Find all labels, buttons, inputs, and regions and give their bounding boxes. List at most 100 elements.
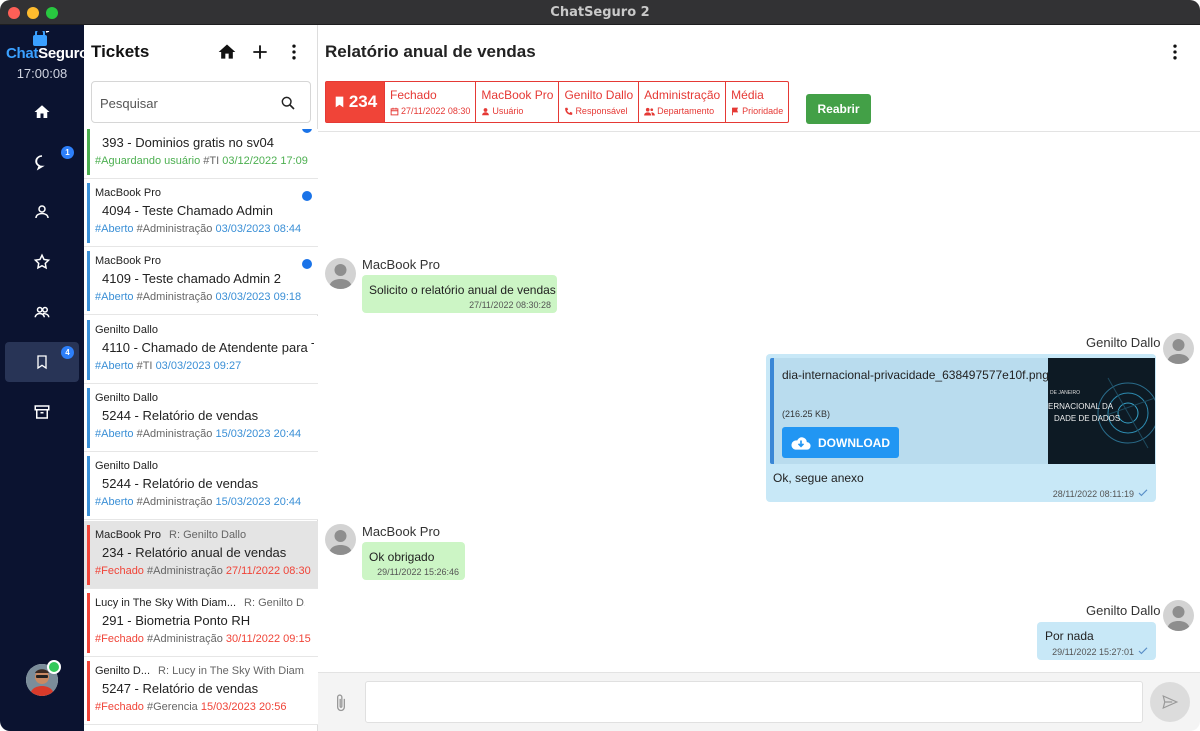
ticket-subject: 393 - Dominios gratis no sv04	[102, 135, 274, 150]
message-composer	[318, 672, 1200, 731]
ticket-department: #Gerencia	[147, 701, 198, 713]
search-input[interactable]	[100, 93, 270, 113]
ticket-subject: 234 - Relatório anual de vendas	[102, 545, 287, 560]
title-bar: ChatSeguro 2	[0, 0, 1200, 25]
cloud-download-icon	[791, 436, 811, 450]
ticket-from: Genilto Dallo	[95, 129, 158, 131]
bookmark-icon	[335, 96, 344, 108]
ticket-item[interactable]: Genilto Dallo 5244 - Relatório de vendas #…	[84, 384, 318, 452]
ticket-from: Genilto Dallo	[95, 392, 158, 404]
check-icon	[1138, 489, 1148, 497]
more-vert-icon[interactable]	[1165, 42, 1185, 62]
ticket-status: #Aberto	[95, 223, 134, 235]
ticket-status: #Aguardando usuário	[95, 155, 201, 167]
ticket-status-bar	[87, 129, 90, 175]
online-status-dot	[47, 660, 61, 674]
close-window-button[interactable]	[8, 7, 20, 19]
ticket-tags: #Aberto #Administração 15/03/2023 20:44	[95, 428, 317, 440]
contacts-icon	[35, 205, 49, 219]
thumb-line3: DADE DE DADOS	[1054, 414, 1121, 423]
check-icon	[1138, 647, 1148, 655]
ticket-item[interactable]: Lucy in The Sky With Diam... R: Genilto D…	[84, 589, 318, 657]
ticket-department: #Administração	[147, 565, 223, 577]
ticket-status: #Fechado	[95, 565, 144, 577]
message-bubble: Solicito o relatório anual de vendas 27/…	[362, 275, 557, 313]
home-icon[interactable]	[217, 42, 237, 62]
ticket-meta: MacBook Pro	[95, 255, 305, 267]
attachment-thumbnail[interactable]: DE JANEIRO ERNACIONAL DA DADE DE DADOS	[1048, 358, 1155, 464]
reopen-button[interactable]: Reabrir	[806, 94, 871, 124]
default-avatar-icon	[329, 530, 352, 555]
info-priority-value: Média	[731, 88, 764, 102]
image-preview-icon	[1097, 377, 1155, 449]
unread-dot	[302, 259, 312, 269]
ticket-status: #Aberto	[95, 428, 134, 440]
info-status-value: Fechado	[390, 88, 437, 102]
ticket-subject: 4110 - Chamado de Atendente para TI	[102, 340, 314, 355]
ticket-status-bar	[87, 661, 90, 721]
message-sender: Genilto Dallo	[1086, 603, 1161, 618]
ticket-id: 234	[348, 92, 378, 111]
ticket-date: 15/03/2023 20:44	[215, 428, 302, 440]
ticket-meta: MacBook Pro	[95, 187, 305, 199]
info-department-label: Departamento	[657, 106, 715, 116]
ticket-meta: Genilto Dallo	[95, 324, 305, 336]
message-text: Solicito o relatório anual de vendas	[369, 283, 556, 297]
attachment-file-name: dia-internacional-privacidade_638497577e…	[782, 368, 1049, 382]
groups-icon	[34, 306, 50, 318]
nav-tickets[interactable]: 4	[5, 342, 79, 382]
chat-title: Relatório anual de vendas	[325, 42, 536, 61]
group-icon	[644, 107, 656, 116]
ticket-id-badge: 234	[326, 82, 384, 122]
ticket-from: MacBook Pro	[95, 255, 162, 267]
person-icon	[482, 107, 490, 115]
send-button[interactable]	[1150, 682, 1190, 722]
message-text: Ok obrigado	[369, 550, 435, 564]
info-user-label: Usuário	[492, 106, 524, 116]
zoom-window-button[interactable]	[46, 7, 58, 19]
ticket-item[interactable]: Genilto Dallo R: Marcos Latchuk 393 - Domi…	[84, 129, 318, 179]
ticket-item[interactable]: MacBook Pro 4094 - Teste Chamado Admin #Ab…	[84, 179, 318, 247]
ticket-subject: 4094 - Teste Chamado Admin	[102, 203, 274, 218]
attach-icon[interactable]	[334, 693, 348, 713]
download-button[interactable]: DOWNLOAD	[782, 427, 899, 458]
ticket-from: Genilto D...	[95, 665, 151, 677]
ticket-subject: 5244 - Relatório de vendas	[102, 408, 259, 423]
nav-favorites[interactable]	[5, 242, 79, 282]
attachment-file-size: (216.25 KB)	[782, 409, 831, 419]
nav-contacts[interactable]	[5, 192, 79, 232]
info-responsible-label: Responsável	[575, 106, 628, 116]
ticket-tags: #Aguardando usuário #TI 03/12/2022 17:09	[95, 155, 317, 167]
ticket-item[interactable]: Genilto D... R: Lucy in The Sky With Diam…	[84, 657, 318, 725]
attachment-card: dia-internacional-privacidade_638497577e…	[770, 358, 1155, 464]
flag-icon	[732, 107, 739, 115]
more-vert-icon[interactable]	[284, 42, 304, 62]
ticket-department: #TI	[203, 155, 220, 167]
ticket-status: #Fechado	[95, 701, 144, 713]
ticket-from: Lucy in The Sky With Diam...	[95, 597, 237, 609]
add-ticket-icon[interactable]	[250, 42, 270, 62]
chats-badge: 1	[61, 146, 74, 159]
ticket-item[interactable]: MacBook Pro R: Genilto Dallo 234 - Relatór…	[84, 521, 318, 589]
ticket-from: Genilto Dallo	[95, 324, 158, 336]
ticket-item[interactable]: MacBook Pro 4109 - Teste chamado Admin 2 #…	[84, 247, 318, 315]
nav-chats[interactable]: 1	[5, 142, 79, 182]
ticket-meta: Genilto Dallo R: Marcos Latchuk	[95, 129, 305, 131]
ticket-status-bar	[87, 320, 90, 380]
nav-home[interactable]	[5, 92, 79, 132]
search-icon[interactable]	[280, 95, 296, 111]
message-input[interactable]	[365, 681, 1143, 723]
nav-archive[interactable]	[5, 392, 79, 432]
ticket-item[interactable]: Genilto Dallo 4110 - Chamado de Atendente…	[84, 316, 318, 384]
default-avatar-icon	[1167, 339, 1190, 364]
calendar-icon	[390, 107, 399, 115]
ticket-tags: #Aberto #Administração 15/03/2023 20:44	[95, 496, 317, 508]
info-user-value: MacBook Pro	[481, 88, 554, 102]
nav-groups[interactable]	[5, 292, 79, 332]
ticket-tags: #Fechado #Administração 30/11/2022 09:15	[95, 633, 317, 645]
ticket-status: #Aberto	[95, 360, 134, 372]
minimize-window-button[interactable]	[27, 7, 39, 19]
ticket-responsible: R: Genilto Dallo	[169, 529, 247, 541]
avatar	[1163, 333, 1194, 364]
ticket-item[interactable]: Genilto Dallo 5244 - Relatório de vendas #…	[84, 452, 318, 520]
